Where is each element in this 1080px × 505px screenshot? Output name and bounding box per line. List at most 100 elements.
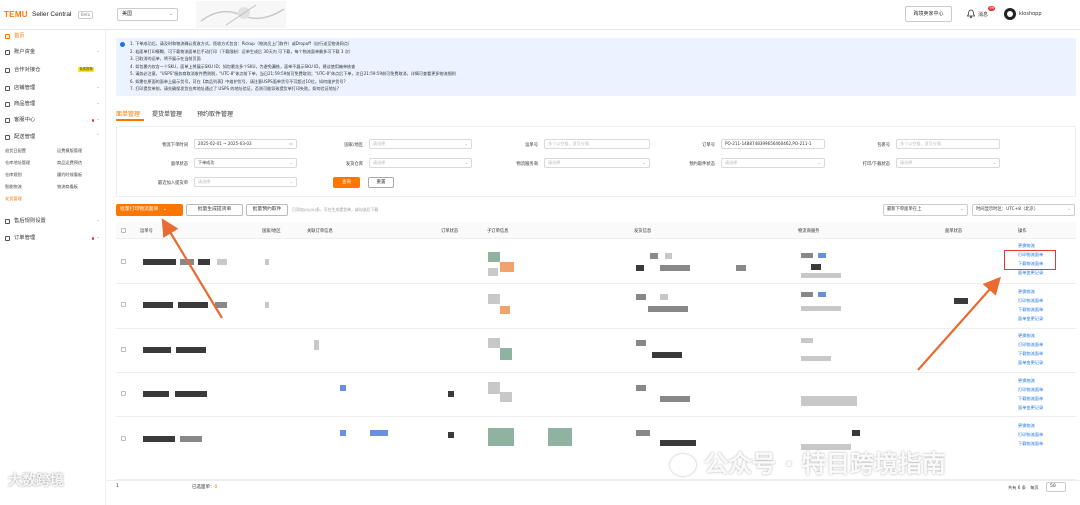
redacted-country [265,302,269,308]
sheet-status-select[interactable]: 下单成功 ⌄ [194,158,297,168]
row-checkbox[interactable] [121,302,126,307]
label-change-log-link[interactable]: 面单变更记录 [1018,270,1043,276]
region-select[interactable]: 美国 ⌄ [117,8,178,21]
batch-pickup-button[interactable]: 批量预约取件 [246,204,288,216]
country-label: 国家/地区 [344,143,363,148]
temu-logo[interactable]: TEMU [4,10,28,19]
page-size-value: 50 [1050,484,1056,489]
avatar[interactable] [1004,8,1016,20]
package-input[interactable]: 多个以空格、逗号分隔 [896,139,1000,149]
sidebar-item-home[interactable]: 首页 [0,30,106,42]
ship-warehouse-select[interactable]: 请选择 ⌄ [369,158,472,168]
sidebar-item-shipping[interactable]: 配送管理 ⌃ [0,131,106,143]
user-name[interactable]: kloshopp [1019,11,1042,17]
change-carrier-link[interactable]: 更换物流 [1018,423,1035,429]
submenu-item[interactable]: 商品运费预估 [57,160,82,166]
tracking-input[interactable]: 多个以空格、逗号分隔 [544,139,650,149]
carrier-label: 物流服务商 [516,162,538,167]
redacted-tracking [143,436,175,442]
submenu-item[interactable]: 履约时效看板 [57,172,82,178]
change-carrier-link[interactable]: 更换物流 [1018,289,1035,295]
pickup-status-select[interactable]: 请选择 ⌄ [721,158,825,168]
label-change-log-link[interactable]: 面单变更记录 [1018,405,1043,411]
row-checkbox[interactable] [121,347,126,352]
country-select[interactable]: 请选择 ⌄ [369,139,472,149]
print-label-link[interactable]: 打印物流面单 [1018,342,1043,348]
selected-value: 0 [214,485,218,490]
reset-button[interactable]: 重置 [368,177,394,188]
headset-icon [5,117,10,123]
sidebar-item-account-funds[interactable]: 账户资金 ⌄ [0,46,106,58]
label-change-log-link[interactable]: 面单变更记录 [1018,316,1043,322]
submenu-item[interactable]: 智能物流 [5,184,22,190]
order-input[interactable]: PO-211-1488748399656460462,PO-211-1 [721,139,825,149]
row-checkbox[interactable] [121,259,126,264]
create-time-value: 2025-02-01 ~ 2025-03-03 [198,141,252,146]
redacted-ship-info [636,340,646,346]
redacted-ship-info [660,265,690,271]
submenu-item[interactable]: 仓库地址管理 [5,160,30,166]
batch-print-button[interactable]: 批量打印物流面单 ⌄ [116,204,183,216]
sidebar-item-store[interactable]: 店铺管理 ⌄ [0,82,106,94]
page-number[interactable]: 1 [116,484,119,489]
sidebar-item-products[interactable]: 商品管理 ⌄ [0,98,106,110]
print-label-link[interactable]: 打印物流面单 [1018,432,1043,438]
redacted-tracking [143,347,171,353]
select-all-checkbox[interactable] [121,228,126,233]
create-time-label: 物流下单时间 [162,143,188,148]
change-carrier-link[interactable]: 更换物流 [1018,243,1035,249]
sidebar-item-orders[interactable]: 订单管理 ⌄ [0,232,106,244]
redacted-ship-info [660,294,668,300]
batch-pickup-sheet-button[interactable]: 批量生成提货单 [186,204,243,216]
timezone-select[interactable]: 时间显示时区：UTC+8（北京） ⌄ [972,204,1075,216]
recent-add-select[interactable]: 请选择 ⌄ [194,177,297,187]
label-change-log-link[interactable]: 面单变更记录 [1018,360,1043,366]
sidebar-item-label: 商品管理 [14,101,36,107]
tab-pickup-sheet[interactable]: 提货单管理 [152,109,182,118]
tracking-label: 运单号 [525,143,538,148]
download-label-link[interactable]: 下载物流面单 [1018,307,1043,313]
sort-select[interactable]: 最新下单面单在上 ⌄ [883,204,968,216]
tab-label-sheet[interactable]: 面单管理 [116,109,140,118]
recent-add-label: 最近加入提货单 [157,181,188,186]
download-label-link[interactable]: 下载物流面单 [1018,351,1043,357]
row-checkbox[interactable] [121,436,126,441]
bell-icon[interactable] [966,9,976,19]
print-label-link[interactable]: 打印物流面单 [1018,387,1043,393]
notice-panel: 1. 下单成功后，请及时和物流确认揽收方式，揽收方式包含：Pickup（物流员上… [116,38,1076,96]
app-name: Seller Central [32,11,72,18]
redacted-product-image [488,294,500,304]
download-label-link[interactable]: 下载物流面单 [1018,396,1043,402]
col-header: 国家/地区 [262,229,281,234]
submenu-item[interactable]: 物流商看板 [57,184,78,190]
submenu-item-active[interactable]: 发货管理 [5,196,22,202]
change-carrier-link[interactable]: 更换物流 [1018,333,1035,339]
table-footer [106,480,1080,505]
submenu-item[interactable]: 运费模版管理 [57,148,82,154]
sidebar-item-customer-service[interactable]: 客服中心 ⌄ [0,114,106,126]
redacted-ship-info [650,253,658,259]
download-label-link[interactable]: 下载物流面单 [1018,441,1043,447]
change-carrier-link[interactable]: 更换物流 [1018,378,1035,384]
redacted-ship-info [652,352,682,358]
row-checkbox[interactable] [121,391,126,396]
tab-pickup-booking[interactable]: 预约取件管理 [197,109,233,118]
print-label-link[interactable]: 打印物流面单 [1018,298,1043,304]
chevron-down-icon: ⌄ [96,101,100,106]
submenu-item[interactable]: 仓库规划 [5,172,22,178]
messages-label[interactable]: 消息 [978,11,988,18]
page-size-select[interactable]: 50 [1046,482,1066,492]
print-status-select[interactable]: 请选择 ⌄ [896,158,1000,168]
redacted-ship-info [665,253,672,259]
create-time-range[interactable]: 2025-02-01 ~ 2025-03-03 ▭ [194,139,297,149]
cross-border-center-button[interactable]: 跨境卖家中心 [905,6,952,22]
sidebar-item-partner-warehouse[interactable]: 合作对接仓 免费推荐 [0,64,106,76]
carrier-select[interactable]: 请选择 ⌄ [544,158,650,168]
notice-line: 5. 请务必注意，"USPS"服务商取消收件费则税，"UTC-8"休点前下单，当… [130,71,456,76]
redacted-ship-info [636,385,646,391]
submenu-item[interactable]: 退货日配置 [5,148,26,154]
sidebar-item-after-sales[interactable]: 售后规则设置 ⌄ [0,215,106,227]
query-button[interactable]: 查询 [333,177,360,188]
chevron-down-icon: ⌄ [96,49,100,54]
package-placeholder: 多个以空格、逗号分隔 [900,141,941,146]
